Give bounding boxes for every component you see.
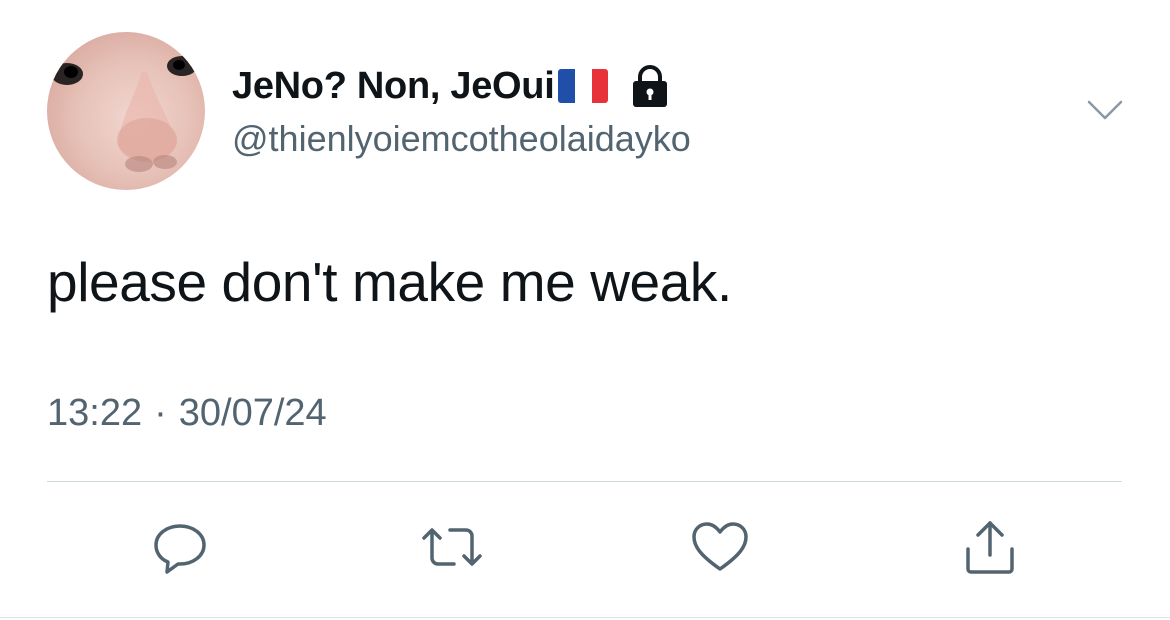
lock-icon [630, 65, 670, 107]
timestamp-separator: · [154, 392, 167, 434]
display-name[interactable]: JeNo? Non, JeOui [232, 65, 555, 108]
heart-icon [692, 522, 748, 571]
like-button[interactable] [688, 515, 752, 579]
chevron-down-icon[interactable] [1086, 96, 1124, 126]
bottom-divider [0, 617, 1170, 618]
reply-icon [154, 524, 206, 574]
retweet-icon [422, 528, 482, 566]
tweet-timestamp[interactable]: 13:22 · 30/07/24 [47, 392, 327, 435]
display-name-row: JeNo? Non, JeOui [232, 62, 670, 110]
tweet-card: JeNo? Non, JeOui @thienlyoiemcotheolaida… [0, 0, 1170, 620]
profile-avatar[interactable] [47, 32, 205, 190]
share-button[interactable] [958, 515, 1022, 579]
france-flag-icon [558, 69, 609, 103]
share-icon [966, 521, 1014, 574]
tweet-time: 13:22 [47, 392, 143, 434]
retweet-button[interactable] [420, 515, 484, 579]
reply-button[interactable] [148, 515, 212, 579]
tweet-text: please don't make me weak. [47, 251, 732, 313]
divider [47, 481, 1122, 482]
tweet-date: 30/07/24 [178, 392, 327, 434]
user-handle[interactable]: @thienlyoiemcotheolaidayko [232, 118, 691, 160]
